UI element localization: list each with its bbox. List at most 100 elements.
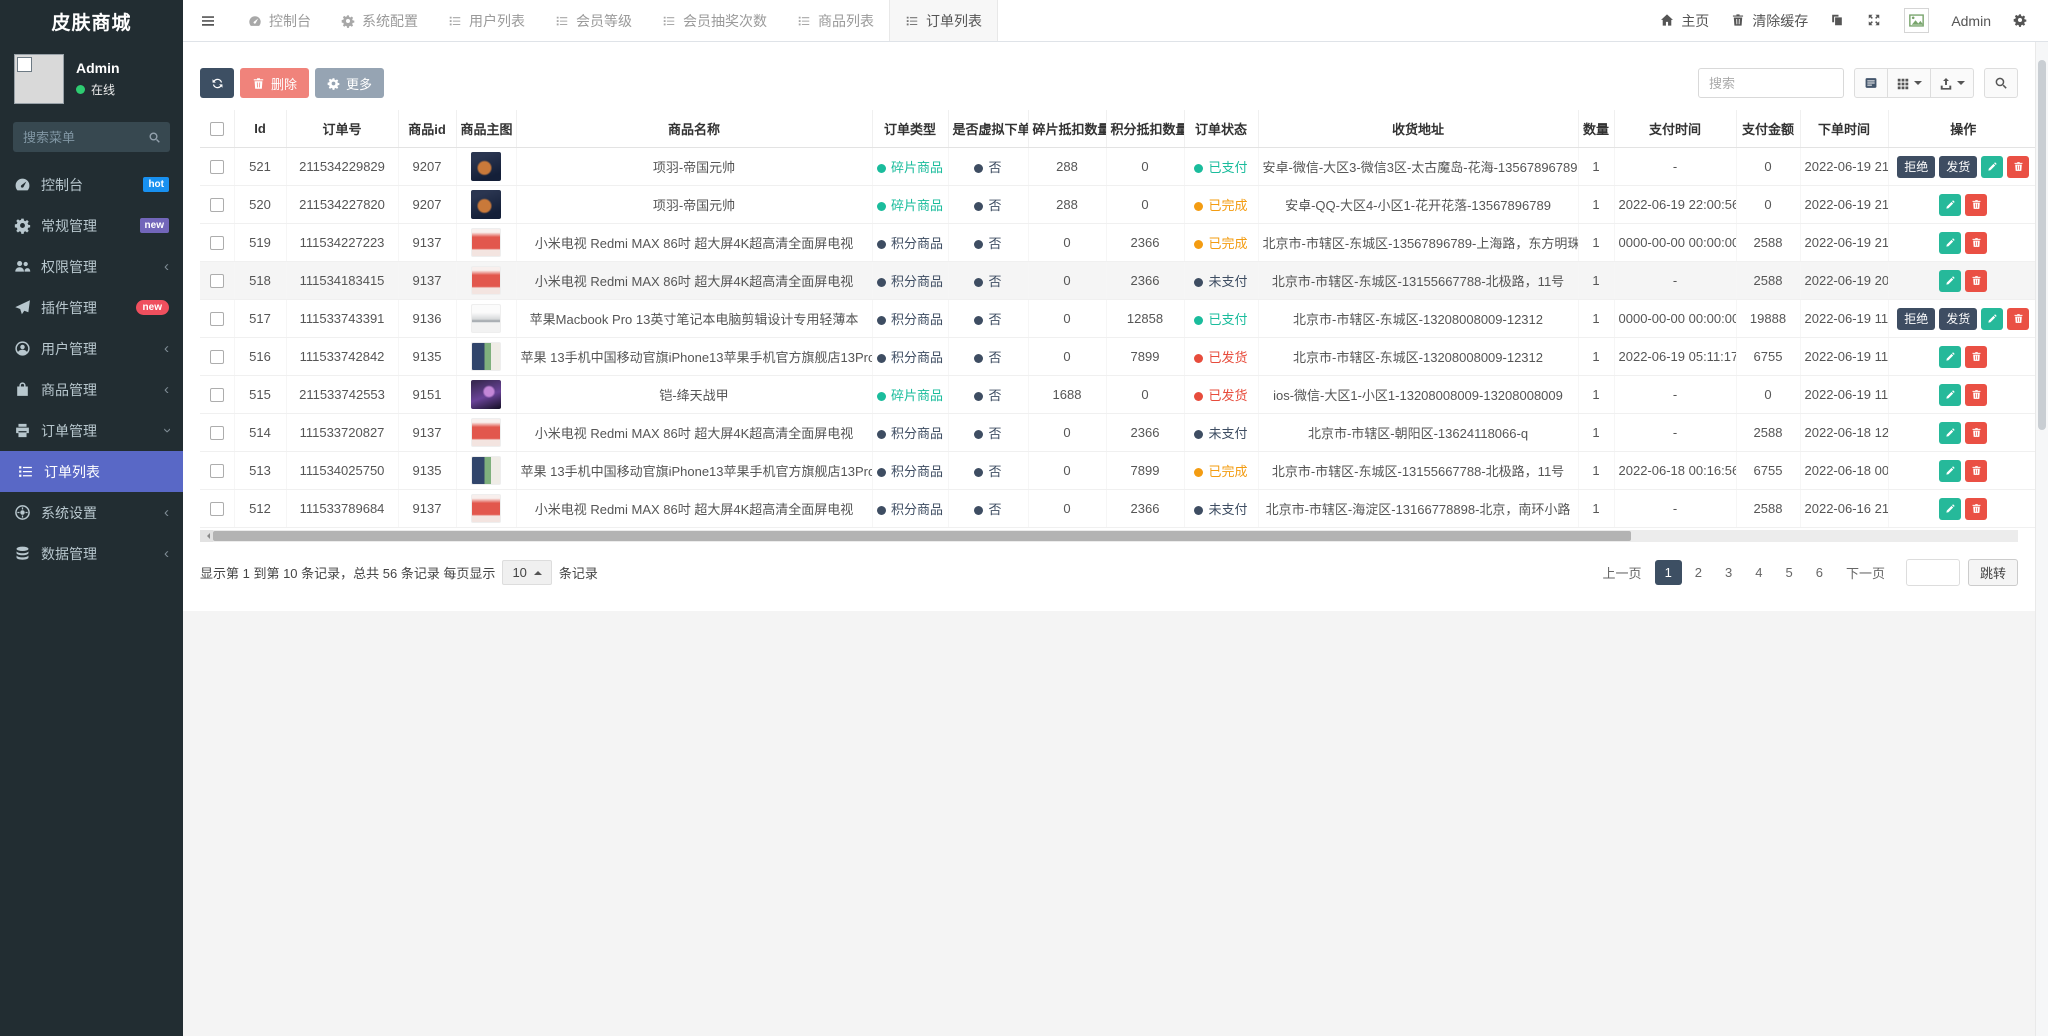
jump-page-input[interactable]	[1906, 559, 1960, 586]
refresh-button[interactable]	[200, 68, 234, 98]
horizontal-scrollbar[interactable]	[200, 530, 2018, 542]
search-toggle-button[interactable]	[1984, 68, 2018, 98]
sidebar-item-system[interactable]: 系统设置‹	[0, 492, 183, 533]
settings-gear-icon[interactable]	[2013, 13, 2028, 28]
col-pay-amount[interactable]: 支付金额	[1736, 110, 1800, 148]
tab-member-level[interactable]: 会员等级	[540, 0, 647, 41]
row-checkbox[interactable]	[210, 502, 224, 516]
goods-thumbnail[interactable]	[471, 228, 501, 257]
delete-row-button[interactable]	[1965, 460, 1987, 482]
col-pay-time[interactable]: 支付时间	[1614, 110, 1736, 148]
col-order-type[interactable]: 订单类型	[872, 110, 948, 148]
goods-thumbnail[interactable]	[471, 456, 501, 485]
sidebar-item-auth[interactable]: 权限管理‹	[0, 246, 183, 287]
ship-button[interactable]: 发货	[1939, 308, 1977, 330]
fullscreen-icon[interactable]	[1867, 13, 1882, 28]
goods-thumbnail[interactable]	[471, 152, 501, 181]
goods-thumbnail[interactable]	[471, 342, 501, 371]
ship-button[interactable]: 发货	[1939, 156, 1977, 178]
delete-row-button[interactable]	[1965, 346, 1987, 368]
vertical-scrollbar-thumb[interactable]	[2038, 60, 2046, 430]
menu-toggle-icon[interactable]	[183, 13, 233, 29]
col-points-deduct[interactable]: 积分抵扣数量	[1106, 110, 1184, 148]
reject-button[interactable]: 拒绝	[1897, 308, 1935, 330]
edit-button[interactable]	[1981, 156, 2003, 178]
copy-icon[interactable]	[1830, 13, 1845, 28]
goods-thumbnail[interactable]	[471, 380, 501, 409]
col-address[interactable]: 收货地址	[1258, 110, 1578, 148]
delete-row-button[interactable]	[1965, 422, 1987, 444]
col-order-time[interactable]: 下单时间	[1800, 110, 1888, 148]
sidebar-item-general[interactable]: 常规管理new	[0, 205, 183, 246]
col-virtual[interactable]: 是否虚拟下单	[948, 110, 1028, 148]
detail-view-button[interactable]	[1854, 68, 1888, 98]
tab-goods-list[interactable]: 商品列表	[782, 0, 889, 41]
tab-order-list[interactable]: 订单列表	[889, 0, 998, 41]
delete-row-button[interactable]	[1965, 270, 1987, 292]
delete-row-button[interactable]	[1965, 194, 1987, 216]
row-checkbox[interactable]	[210, 464, 224, 478]
delete-row-button[interactable]	[2007, 156, 2029, 178]
row-checkbox[interactable]	[210, 274, 224, 288]
page-button-4[interactable]: 4	[1745, 560, 1772, 585]
select-all-checkbox[interactable]	[210, 122, 224, 136]
sidebar-search-input[interactable]	[13, 122, 138, 152]
delete-row-button[interactable]	[1965, 498, 1987, 520]
goods-thumbnail[interactable]	[471, 304, 501, 333]
delete-button[interactable]: 删除	[240, 68, 309, 98]
horizontal-scrollbar-thumb[interactable]	[213, 531, 1631, 541]
sidebar-item-data[interactable]: 数据管理‹	[0, 533, 183, 574]
page-size-select[interactable]: 10	[502, 560, 551, 585]
prev-page-button[interactable]: 上一页	[1593, 558, 1652, 587]
col-goods-image[interactable]: 商品主图	[456, 110, 516, 148]
home-link[interactable]: 主页	[1660, 11, 1709, 31]
jump-button[interactable]: 跳转	[1968, 559, 2018, 586]
col-actions[interactable]: 操作	[1888, 110, 2035, 148]
delete-row-button[interactable]	[2007, 308, 2029, 330]
more-button[interactable]: 更多	[315, 68, 384, 98]
row-checkbox[interactable]	[210, 312, 224, 326]
col-qty[interactable]: 数量	[1578, 110, 1614, 148]
reject-button[interactable]: 拒绝	[1897, 156, 1935, 178]
page-button-1[interactable]: 1	[1655, 560, 1682, 585]
col-select[interactable]	[200, 110, 234, 148]
col-id[interactable]: Id	[234, 110, 286, 148]
tab-console[interactable]: 控制台	[233, 0, 326, 41]
sidebar-item-order-list[interactable]: 订单列表	[0, 451, 183, 492]
columns-button[interactable]	[1888, 68, 1931, 98]
row-checkbox[interactable]	[210, 388, 224, 402]
sidebar-item-user[interactable]: 用户管理‹	[0, 328, 183, 369]
row-checkbox[interactable]	[210, 198, 224, 212]
goods-thumbnail[interactable]	[471, 418, 501, 447]
topbar-avatar[interactable]	[1904, 8, 1929, 33]
goods-thumbnail[interactable]	[471, 494, 501, 523]
row-checkbox[interactable]	[210, 426, 224, 440]
vertical-scrollbar[interactable]	[2035, 42, 2048, 1036]
sidebar-item-dashboard[interactable]: 控制台hot	[0, 164, 183, 205]
next-page-button[interactable]: 下一页	[1836, 558, 1895, 587]
delete-row-button[interactable]	[1965, 384, 1987, 406]
sidebar-item-goods[interactable]: 商品管理‹	[0, 369, 183, 410]
col-status[interactable]: 订单状态	[1184, 110, 1258, 148]
edit-button[interactable]	[1939, 384, 1961, 406]
export-button[interactable]	[1931, 68, 1974, 98]
clear-cache-link[interactable]: 清除缓存	[1731, 11, 1808, 31]
sidebar-item-addon[interactable]: 插件管理new	[0, 287, 183, 328]
scroll-left-arrow-icon[interactable]	[200, 530, 213, 542]
goods-thumbnail[interactable]	[471, 190, 501, 219]
edit-button[interactable]	[1939, 232, 1961, 254]
col-fragment-deduct[interactable]: 碎片抵扣数量	[1028, 110, 1106, 148]
col-goods-id[interactable]: 商品id	[398, 110, 456, 148]
delete-row-button[interactable]	[1965, 232, 1987, 254]
tab-member-draw[interactable]: 会员抽奖次数	[647, 0, 782, 41]
page-button-2[interactable]: 2	[1685, 560, 1712, 585]
page-button-3[interactable]: 3	[1715, 560, 1742, 585]
edit-button[interactable]	[1939, 422, 1961, 444]
goods-thumbnail[interactable]	[471, 266, 501, 295]
edit-button[interactable]	[1939, 460, 1961, 482]
search-icon[interactable]	[138, 122, 170, 152]
topbar-username[interactable]: Admin	[1951, 13, 1991, 29]
page-button-6[interactable]: 6	[1806, 560, 1833, 585]
page-button-5[interactable]: 5	[1776, 560, 1803, 585]
sidebar-item-order[interactable]: 订单管理‹	[0, 410, 183, 451]
